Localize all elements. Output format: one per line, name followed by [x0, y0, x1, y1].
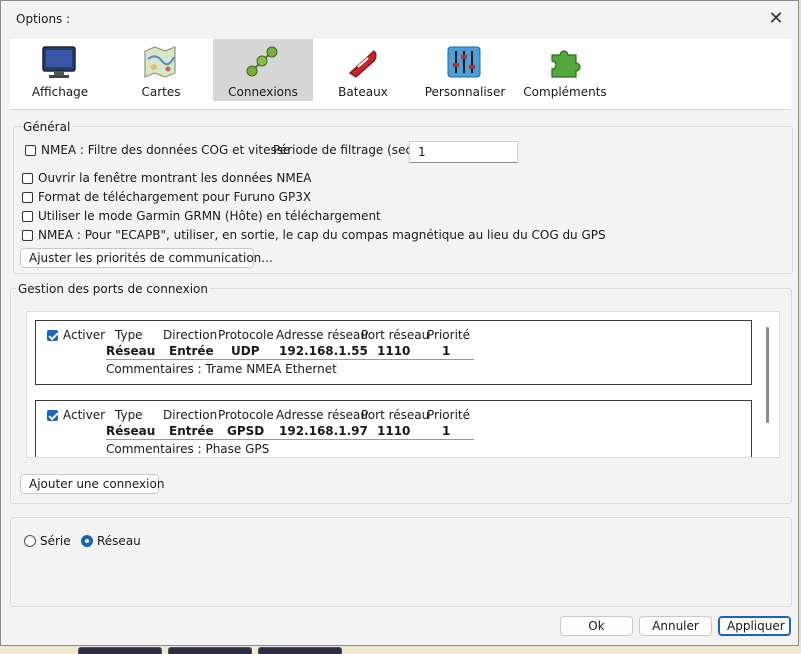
checkbox-label: Activer [63, 328, 106, 342]
ports-title: Gestion des ports de connexion [16, 282, 210, 296]
category-toolbar: Affichage Cartes Connexions Bateaux Pers… [10, 39, 791, 110]
value-protocol: UDP [231, 344, 260, 358]
mode-group [10, 517, 792, 607]
tab-label: Personnaliser [424, 85, 506, 99]
priorities-button[interactable]: Ajuster les priorités de communication..… [20, 248, 273, 268]
value-address: 192.168.1.55 [279, 344, 368, 358]
tab-label: Compléments [523, 85, 607, 99]
period-input[interactable]: 1 [409, 141, 518, 163]
period-label: Période de filtrage (sec.) [273, 143, 421, 157]
value-priority: 1 [442, 344, 451, 358]
garmin-mode-checkbox[interactable]: Utiliser le mode Garmin GRMN (Hôte) en t… [22, 209, 381, 223]
connections-scrollbar[interactable] [766, 327, 769, 423]
connections-icon [246, 46, 278, 77]
open-nmea-window-checkbox[interactable]: Ouvrir la fenêtre montrant les données N… [22, 171, 312, 185]
options-dialog: Options : ✕ Affichage Cartes Connexions … [0, 0, 799, 646]
connection-comment: Commentaires : Trame NMEA Ethernet [106, 362, 337, 376]
radio-circle[interactable] [81, 535, 93, 547]
header-priority: Priorité [427, 408, 470, 422]
value-direction: Entrée [169, 424, 214, 438]
add-connection-button[interactable]: Ajouter une connexion [20, 474, 164, 494]
connections-list: Activer Type Direction Protocole Adresse… [26, 311, 780, 458]
tab-label: Bateaux [338, 85, 388, 99]
header-type: Type [115, 328, 143, 342]
tab-complements[interactable]: Compléments [515, 39, 615, 101]
tab-personnaliser[interactable]: Personnaliser [415, 39, 515, 101]
checkbox-label: Ouvrir la fenêtre montrant les données N… [38, 171, 312, 185]
boat-icon [349, 50, 377, 78]
value-address: 192.168.1.97 [279, 424, 368, 438]
checkbox-box[interactable] [22, 229, 33, 241]
header-port: Port réseau [361, 408, 430, 422]
header-protocol: Protocole [218, 408, 274, 422]
header-address: Adresse réseau [276, 408, 369, 422]
general-title: Général [21, 120, 73, 134]
tab-label: Connexions [228, 85, 298, 99]
header-protocol: Protocole [218, 328, 274, 342]
title-bar: Options : ✕ [1, 1, 798, 37]
sliders-icon [447, 46, 481, 78]
checkbox-label: NMEA : Filtre des données COG et vitesse [41, 143, 291, 157]
checkbox-box[interactable] [47, 329, 58, 341]
apply-button[interactable]: Appliquer [718, 616, 791, 636]
checkbox-box[interactable] [47, 409, 58, 421]
row-divider [106, 439, 474, 440]
tab-connexions[interactable]: Connexions [213, 39, 313, 101]
ecapb-checkbox[interactable]: NMEA : Pour "ECAPB", utiliser, en sortie… [22, 228, 606, 242]
chart-map-icon [144, 46, 176, 78]
value-protocol: GPSD [227, 424, 265, 438]
connection-comment: Commentaires : Phase GPS [106, 442, 270, 456]
value-type: Réseau [106, 344, 156, 358]
network-radio[interactable]: Réseau [81, 534, 141, 548]
nmea-filter-checkbox[interactable]: NMEA : Filtre des données COG et vitesse [25, 143, 290, 157]
tab-label: Affichage [31, 85, 89, 99]
enable-checkbox[interactable]: Activer [47, 328, 105, 342]
checkbox-box[interactable] [22, 172, 33, 184]
background-tab [78, 647, 162, 654]
background-tab [258, 647, 342, 654]
header-address: Adresse réseau [276, 328, 369, 342]
tab-affichage[interactable]: Affichage [10, 39, 110, 101]
header-direction: Direction [163, 408, 218, 422]
value-port: 1110 [377, 424, 411, 438]
close-icon[interactable]: ✕ [766, 9, 786, 29]
radio-circle[interactable] [24, 535, 36, 547]
tab-label: Cartes [141, 85, 181, 99]
furuno-format-checkbox[interactable]: Format de téléchargement pour Furuno GP3… [22, 190, 311, 204]
checkbox-label: Format de téléchargement pour Furuno GP3… [38, 190, 312, 204]
value-type: Réseau [106, 424, 156, 438]
header-type: Type [115, 408, 143, 422]
checkbox-label: Utiliser le mode Garmin GRMN (Hôte) en t… [38, 209, 381, 223]
radio-label: Série [40, 534, 71, 548]
header-direction: Direction [163, 328, 218, 342]
value-port: 1110 [377, 344, 411, 358]
tab-cartes[interactable]: Cartes [111, 39, 211, 101]
checkbox-label: Activer [63, 408, 106, 422]
ok-button[interactable]: Ok [560, 616, 633, 636]
value-direction: Entrée [169, 344, 214, 358]
row-divider [106, 359, 474, 360]
puzzle-icon [551, 50, 581, 78]
connection-item[interactable]: Activer Type Direction Protocole Adresse… [35, 320, 752, 385]
monitor-icon [42, 46, 76, 78]
enable-checkbox[interactable]: Activer [47, 408, 105, 422]
header-priority: Priorité [427, 328, 470, 342]
checkbox-box[interactable] [25, 144, 36, 156]
checkbox-box[interactable] [22, 191, 33, 203]
window-title: Options : [16, 12, 71, 26]
cancel-button[interactable]: Annuler [639, 616, 712, 636]
checkbox-box[interactable] [22, 210, 33, 222]
header-port: Port réseau [361, 328, 430, 342]
value-priority: 1 [442, 424, 451, 438]
checkbox-label: NMEA : Pour "ECAPB", utiliser, en sortie… [38, 228, 606, 242]
tab-bateaux[interactable]: Bateaux [313, 39, 413, 101]
connection-item[interactable]: Activer Type Direction Protocole Adresse… [35, 400, 752, 457]
radio-label: Réseau [97, 534, 141, 548]
background-tab [168, 647, 252, 654]
serial-radio[interactable]: Série [24, 534, 71, 548]
